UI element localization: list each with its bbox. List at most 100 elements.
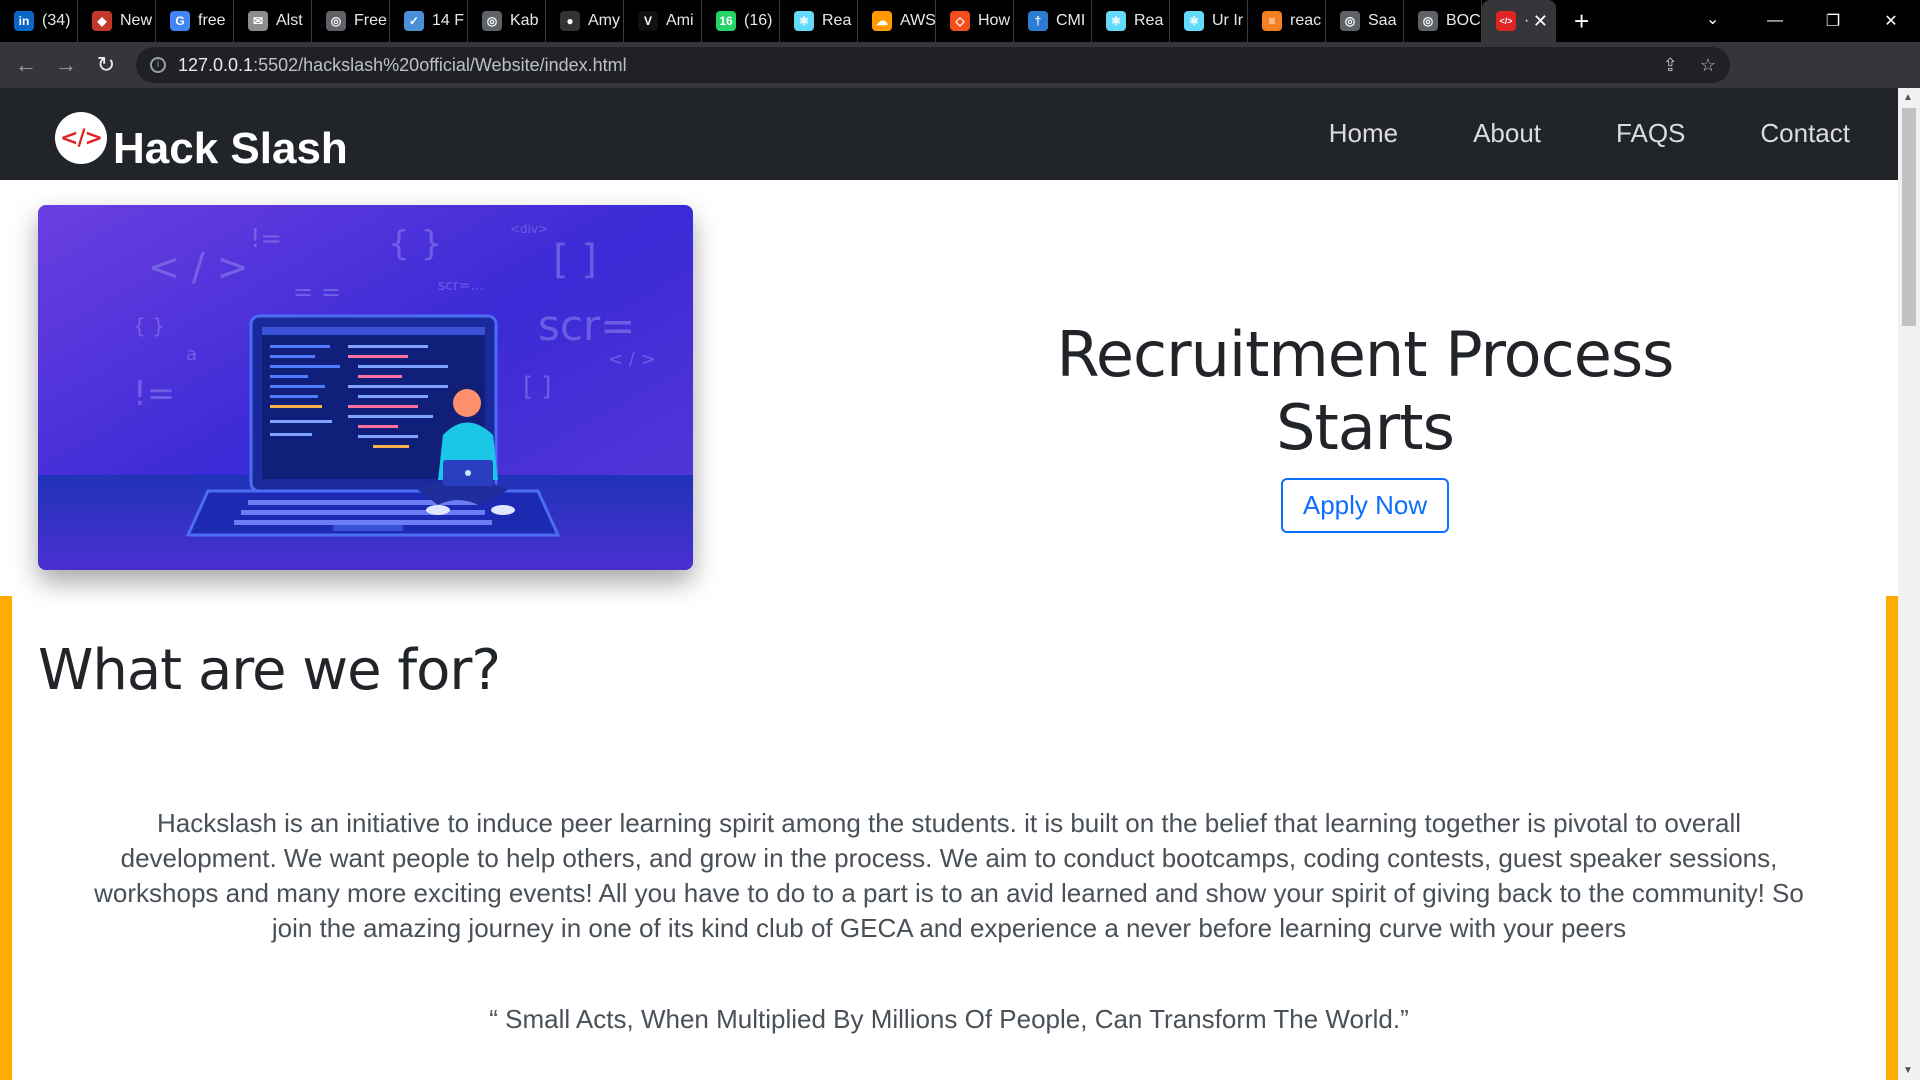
browser-tab[interactable]: ⚛ Ur Ir [1170,0,1248,42]
hero-illustration: < / > !={ } <div>[ ] scr=... = ={ } a scr= < / … [38,205,693,570]
mail-icon: ✉ [248,11,268,31]
browser-tab[interactable]: ✉ Alst [234,0,312,42]
coder-illustration: < / >!={ } <div>[ ]scr=...= ={ }ascr=< / … [38,205,693,570]
whatsapp-icon: 16 [716,11,736,31]
google-icon: G [170,11,190,31]
code-glyph-decoration: = = [293,278,341,306]
browser-tab[interactable]: Gfree [156,0,234,42]
code-glyph-decoration: [ ] [553,237,597,283]
browser-tab-label: (34) [42,12,71,29]
browser-tab-label: Ur Ir [1212,12,1244,29]
browser-tab-label: 14 F [432,12,465,29]
brand[interactable]: </> Hack Slash [55,102,348,174]
forward-icon[interactable]: → [46,52,86,78]
restore-icon[interactable]: ❐ [1804,11,1862,31]
tab-search-icon[interactable]: ⌄ [1706,9,1719,29]
nav-about[interactable]: About [1473,118,1541,149]
browser-tab[interactable]: ◇ How [936,0,1014,42]
bookmark-star-icon[interactable]: ☆ [1700,55,1716,76]
browser-tab[interactable]: ● Amy [546,0,624,42]
site-info-icon[interactable]: i [150,57,166,73]
quote-text: “ Small Acts, When Multiplied By Million… [489,1004,1409,1034]
browser-tab-label: Rea [822,12,852,29]
code-glyph-decoration: { } [388,224,442,264]
browser-tab-label: CMI [1056,12,1086,29]
nav-home[interactable]: Home [1329,118,1398,149]
scrollbar-thumb[interactable] [1902,108,1916,326]
code-glyph-decoration: scr= [538,301,635,350]
code-glyph-decoration: != [250,224,282,254]
browser-tab-label: (16) [744,12,773,29]
fox-icon: ◆ [92,11,112,31]
browser-tab[interactable]: ◎ Kab [468,0,546,42]
scroll-down-icon[interactable]: ▼ [1903,1065,1913,1076]
browser-tab[interactable]: ◎ Saa [1326,0,1404,42]
checkbox-icon: ✓ [404,11,424,31]
nav-links: Home About FAQS Contact [1329,118,1850,149]
react-icon: ⚛ [1106,11,1126,31]
close-tab-icon[interactable]: ✕ [1533,11,1548,32]
globe-icon: ◎ [482,11,502,31]
globe-icon: ◎ [1340,11,1360,31]
hackslash-favicon-icon: </> [1496,11,1516,31]
url-path: :5502/hackslash%20official/Website/index… [253,54,627,75]
browser-tab[interactable]: ≡ reac [1248,0,1326,42]
browser-tab-label: Kab [510,12,539,29]
apply-now-button[interactable]: Apply Now [1280,478,1450,533]
browser-tab-label: BOC [1446,12,1481,29]
browser-tab-label: Rea [1134,12,1164,29]
browser-tab-label: Saa [1368,12,1397,29]
browser-tab-label: free [198,12,226,29]
about-description: Hackslash is an initiative to induce pee… [94,808,1804,943]
browser-tab[interactable]: in (34) [0,0,78,42]
nav-faqs[interactable]: FAQS [1616,118,1685,149]
pin-icon: † [1028,11,1048,31]
about-section: What are we for? Hackslash is an initiat… [0,596,1898,1080]
stackoverflow-icon: ≡ [1262,11,1282,31]
browser-tab[interactable]: ⚛ Rea [780,0,858,42]
page-scrollbar[interactable]: ▲ ▼ [1898,88,1920,1080]
back-icon[interactable]: ← [6,52,46,78]
browser-tab-label: reac [1290,12,1322,29]
scroll-up-icon[interactable]: ▲ [1903,92,1913,103]
code-glyph-decoration: < / > [608,349,656,370]
code-glyph-decoration: a [186,344,197,365]
share-icon[interactable]: ⇪ [1663,55,1678,76]
url-host: 127.0.0.1 [178,54,254,75]
close-window-icon[interactable]: ✕ [1862,11,1920,31]
linkedin-icon: in [14,11,34,31]
code-glyph-decoration: <div> [510,222,548,236]
site-navbar: </> Hack Slash Home About FAQS Contact [0,88,1898,180]
browser-tab[interactable]: ◎ Free [312,0,390,42]
nav-contact[interactable]: Contact [1760,118,1850,149]
window-controls: — ❐ ✕ [1746,0,1920,42]
browser-tab-label: How [978,12,1011,29]
page-viewport: </> Hack Slash Home About FAQS Contact <… [0,88,1898,1080]
browser-tab-active[interactable]: </> · ✕ [1482,0,1556,42]
browser-tab[interactable]: ◆ New [78,0,156,42]
browser-tab-label: Free [354,12,387,29]
github-icon: ● [560,11,580,31]
globe-icon: ◎ [1418,11,1438,31]
browser-tab[interactable]: V Ami [624,0,702,42]
code-glyph-decoration: < / > [148,245,249,289]
browser-tab[interactable]: † CMI [1014,0,1092,42]
minimize-icon[interactable]: — [1746,12,1804,30]
browser-tab-label: Alst [276,12,303,29]
about-title: What are we for? [38,638,501,703]
browser-tab[interactable]: ⚛ Rea [1092,0,1170,42]
vercel-icon: V [638,11,658,31]
address-bar[interactable]: i 127.0.0.1:5502/hackslash%20official/We… [136,47,1730,83]
react-icon: ⚛ [794,11,814,31]
hero-title: Recruitment Process Starts [1056,318,1675,464]
browser-tab[interactable]: ✓ 14 F [390,0,468,42]
code-glyph-decoration: { } [133,314,165,338]
code-glyph-decoration: scr=... [438,278,484,294]
brand-name: Hack Slash [113,124,348,173]
reload-icon[interactable]: ↻ [86,52,126,78]
browser-tab[interactable]: ◎ BOC [1404,0,1482,42]
browser-tab[interactable]: ☁ AWS [858,0,936,42]
browser-tab[interactable]: 16 (16) [702,0,780,42]
new-tab-icon[interactable]: + [1574,6,1589,37]
hero-section: Recruitment Process Starts Apply Now [965,318,1765,533]
